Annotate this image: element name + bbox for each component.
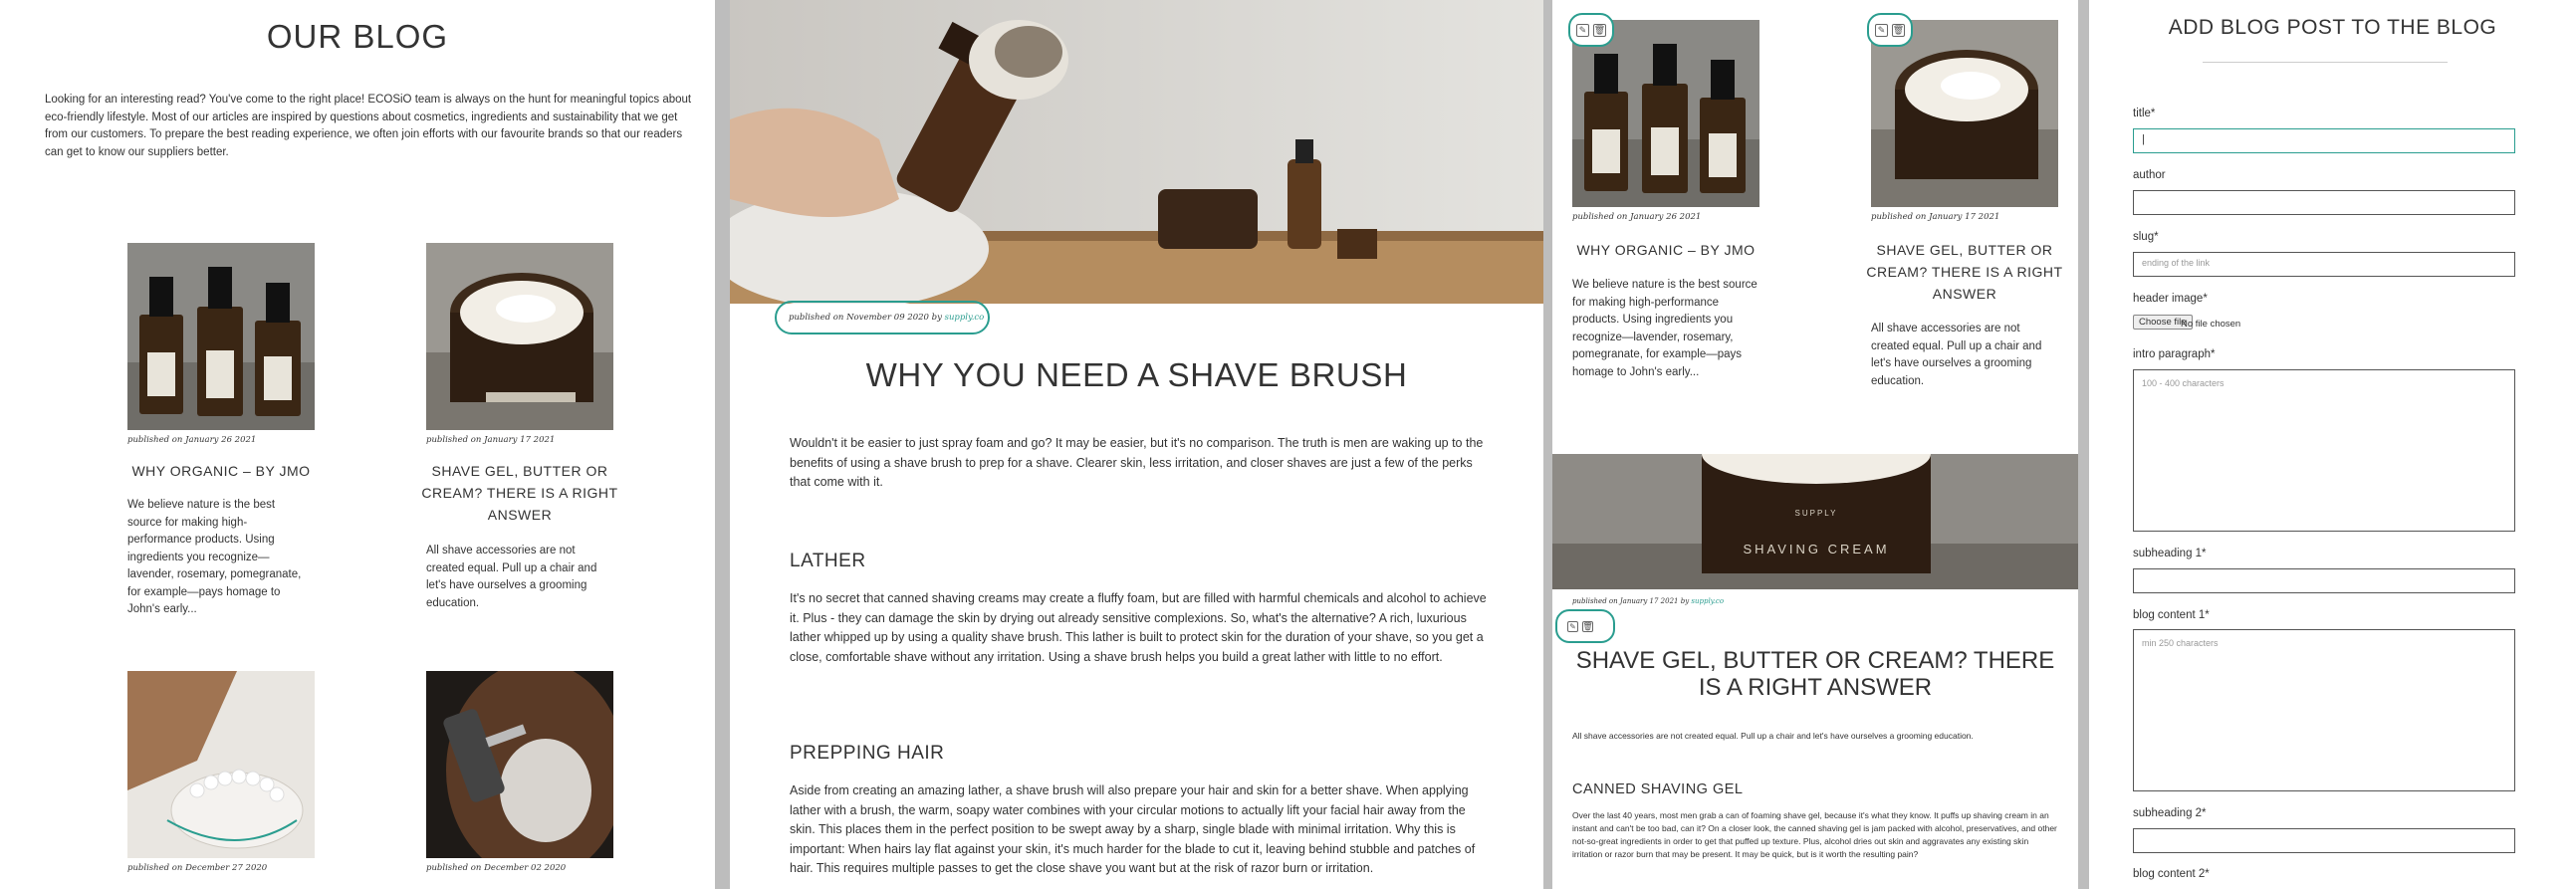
subheading2-input[interactable] [2133,828,2515,853]
post-section-text: Over the last 40 years, most men grab a … [1572,810,2057,859]
card-excerpt: We believe nature is the best source for… [127,499,302,615]
author-link[interactable]: supply.co [1691,597,1724,605]
slug-input[interactable]: ending of the link [2133,252,2515,277]
section-text: It's no secret that canned shaving cream… [790,591,1487,664]
article-published-line: published on November 09 2020 by supply.… [775,301,990,334]
trash-icon[interactable]: 🗑 [1593,23,1606,37]
title-input[interactable]: | [2133,128,2515,153]
intro-textarea[interactable]: 100 - 400 characters [2133,369,2515,532]
article-intro: Wouldn't it be easier to just spray foam… [790,436,1484,489]
card-title[interactable]: WHY ORGANIC – BY JMO [1562,239,1769,261]
author-link[interactable]: supply.co [945,313,985,323]
panel-separator [2078,0,2089,889]
section-text: Aside from creating an amazing lather, a… [790,783,1476,875]
subheading2-label: subheading 2* [2133,807,2207,819]
card-date: published on January 17 2021 [1871,212,2000,222]
panel-separator [1543,0,1552,889]
card-image-shave-cream[interactable] [426,243,613,430]
card-excerpt: We believe nature is the best source for… [1572,279,1757,378]
content1-label: blog content 1* [2133,609,2210,621]
card-date: published on January 26 2021 [127,435,257,445]
card-title[interactable]: SHAVE GEL, BUTTER OR CREAM? THERE IS A R… [1861,239,2068,305]
content2-label: blog content 2* [2133,868,2210,880]
post-title: SHAVE GEL, BUTTER OR CREAM? THERE IS A R… [1575,647,2055,701]
intro-label: intro paragraph* [2133,348,2216,360]
post-hero-image: SHAVING CREAM SUPPLY [1552,454,2078,589]
content1-textarea[interactable]: min 250 characters [2133,629,2515,791]
author-label: author [2133,169,2166,181]
section-heading: LATHER [790,551,866,571]
post-intro: All shave accessories are not created eq… [1572,731,1974,741]
page-title: OUR BLOG [266,18,449,55]
panel-separator [715,0,730,889]
card-date: published on December 02 2020 [426,863,567,873]
trash-icon[interactable]: 🗑 [1892,23,1905,37]
heading-divider [2203,62,2448,63]
trash-icon[interactable]: 🗑 [1582,620,1593,632]
card-excerpt: All shave accessories are not created eq… [1871,323,2042,387]
admin-card-image [1572,20,1759,207]
jar-brand: SUPPLY [1795,509,1838,518]
post-section-heading: CANNED SHAVING GEL [1572,781,1744,797]
admin-card-image [1871,20,2058,207]
file-status: No file chosen [2181,319,2241,330]
title-label: title* [2133,108,2156,119]
section-heading: PREPPING HAIR [790,743,945,764]
header-image-label: header image* [2133,293,2208,305]
subheading1-input[interactable] [2133,568,2515,593]
blog-intro: Looking for an interesting read? You've … [45,94,692,158]
card-title[interactable]: WHY ORGANIC – BY JMO [117,460,325,482]
card-date: published on January 26 2021 [1572,212,1702,222]
card-date: published on December 27 2020 [127,863,268,873]
card-image-cotton-buds[interactable] [127,671,315,858]
card-actions: ✎ 🗑 [1867,13,1913,47]
slug-label: slug* [2133,231,2159,243]
card-image-organic[interactable] [127,243,315,430]
pencil-icon[interactable]: ✎ [1576,23,1589,37]
subheading1-label: subheading 1* [2133,548,2207,559]
card-date: published on January 17 2021 [426,435,556,445]
jar-label: SHAVING CREAM [1743,542,1889,556]
post-published-line: published on January 17 2021 by supply.c… [1572,597,1725,605]
pencil-icon[interactable]: ✎ [1875,23,1888,37]
article-hero-image [730,0,1543,304]
blog-list-panel: OUR BLOG Looking for an interesting read… [0,0,715,889]
form-heading: ADD BLOG POST TO THE BLOG [2168,16,2497,39]
card-actions: ✎ 🗑 [1568,13,1614,47]
author-input[interactable] [2133,190,2515,215]
post-actions: ✎ 🗑 [1555,609,1615,643]
article-title: WHY YOU NEED A SHAVE BRUSH [865,356,1408,393]
card-excerpt: All shave accessories are not created eq… [426,545,597,609]
card-title[interactable]: SHAVE GEL, BUTTER OR CREAM? THERE IS A R… [416,460,623,526]
add-post-form: ADD BLOG POST TO THE BLOG title* | autho… [2089,0,2576,889]
published-text: published on November 09 2020 by [789,313,945,323]
admin-panel: ✎ 🗑 published on January 26 2021 WHY ORG… [1552,0,2078,889]
pencil-icon[interactable]: ✎ [1567,620,1578,632]
article-panel: published on November 09 2020 by supply.… [730,0,1543,889]
card-image-shaving-man[interactable] [426,671,613,858]
